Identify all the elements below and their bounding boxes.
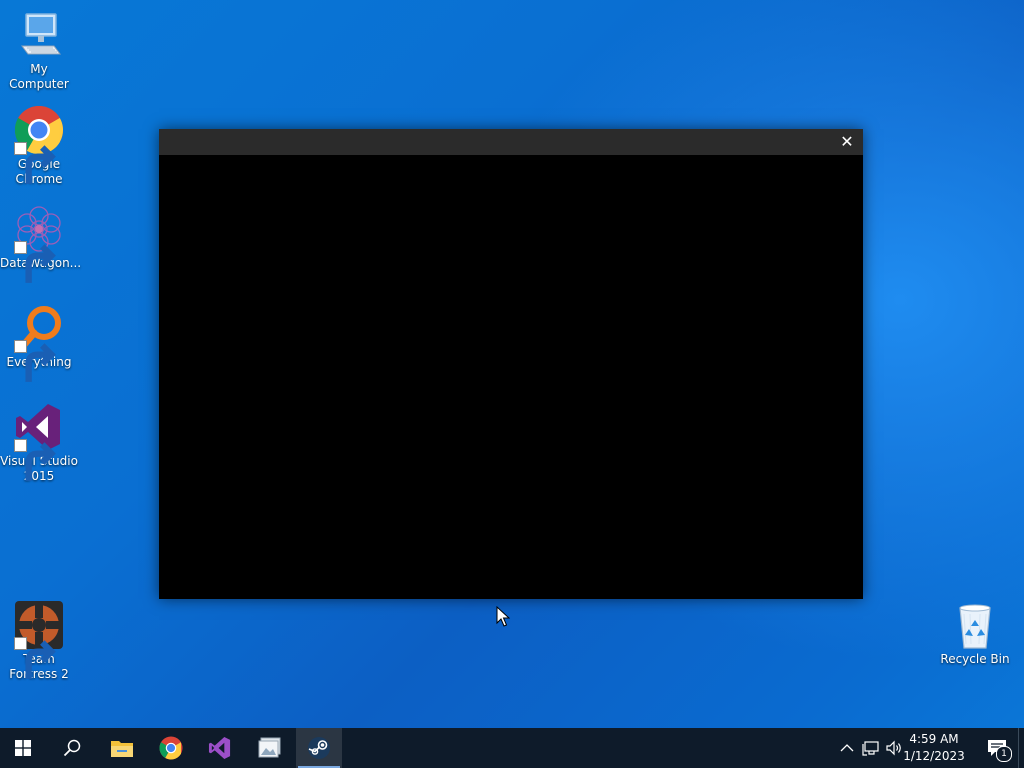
shortcut-arrow-icon	[14, 241, 56, 283]
start-button[interactable]	[0, 728, 46, 768]
search-button[interactable]	[49, 728, 95, 768]
clock-date: 1/12/2023	[903, 749, 965, 763]
taskbar-file-explorer[interactable]	[99, 728, 145, 768]
everything-search-icon	[14, 303, 64, 382]
taskbar-photos[interactable]	[247, 728, 293, 768]
taskbar-steam[interactable]	[296, 728, 342, 768]
chrome-icon	[14, 105, 64, 184]
action-center-button[interactable]: 1	[986, 737, 1012, 762]
desktop-icon-everything[interactable]: Everything	[0, 303, 78, 382]
desktop-icon-visual-studio[interactable]: Visual Studio 2015	[0, 402, 78, 484]
tray-overflow-chevron-icon[interactable]	[838, 739, 856, 757]
computer-icon	[14, 10, 64, 60]
window-titlebar[interactable]: ✕	[159, 129, 863, 155]
recycle-bin-icon	[950, 600, 1000, 650]
taskbar-chrome[interactable]	[148, 728, 194, 768]
app-window[interactable]: ✕	[159, 129, 863, 599]
show-desktop-button[interactable]	[1018, 728, 1024, 768]
clock-time: 4:59 AM	[909, 732, 959, 746]
desktop-icon-team-fortress-2[interactable]: Team Fortress 2	[0, 600, 78, 682]
desktop-icon-google-chrome[interactable]: Google Chrome	[0, 105, 78, 187]
desktop-icon-my-computer[interactable]: My Computer	[0, 10, 78, 92]
desktop-icon-recycle-bin[interactable]: Recycle Bin	[936, 600, 1014, 667]
shortcut-arrow-icon	[14, 340, 56, 382]
window-close-button[interactable]: ✕	[831, 129, 863, 155]
notification-count-badge: 1	[996, 746, 1012, 762]
taskbar-visual-studio[interactable]	[197, 728, 243, 768]
desktop-icon-label: Recycle Bin	[940, 652, 1010, 666]
shortcut-arrow-icon	[14, 142, 56, 184]
shortcut-arrow-icon	[14, 637, 56, 679]
taskbar: 4:59 AM 1/12/2023 1	[0, 728, 1024, 768]
taskbar-clock[interactable]: 4:59 AM 1/12/2023	[902, 731, 966, 765]
visual-studio-icon	[14, 402, 64, 481]
window-content[interactable]	[159, 155, 863, 599]
volume-icon[interactable]	[885, 739, 903, 757]
network-icon[interactable]	[862, 739, 880, 757]
datawagon-icon	[14, 204, 64, 283]
desktop-icon-label: My Computer	[9, 62, 69, 91]
shortcut-arrow-icon	[14, 439, 56, 481]
mouse-cursor-icon	[496, 605, 511, 628]
desktop-icon-datawagon[interactable]: DataWagon...	[0, 204, 81, 283]
team-fortress-icon	[14, 600, 64, 679]
